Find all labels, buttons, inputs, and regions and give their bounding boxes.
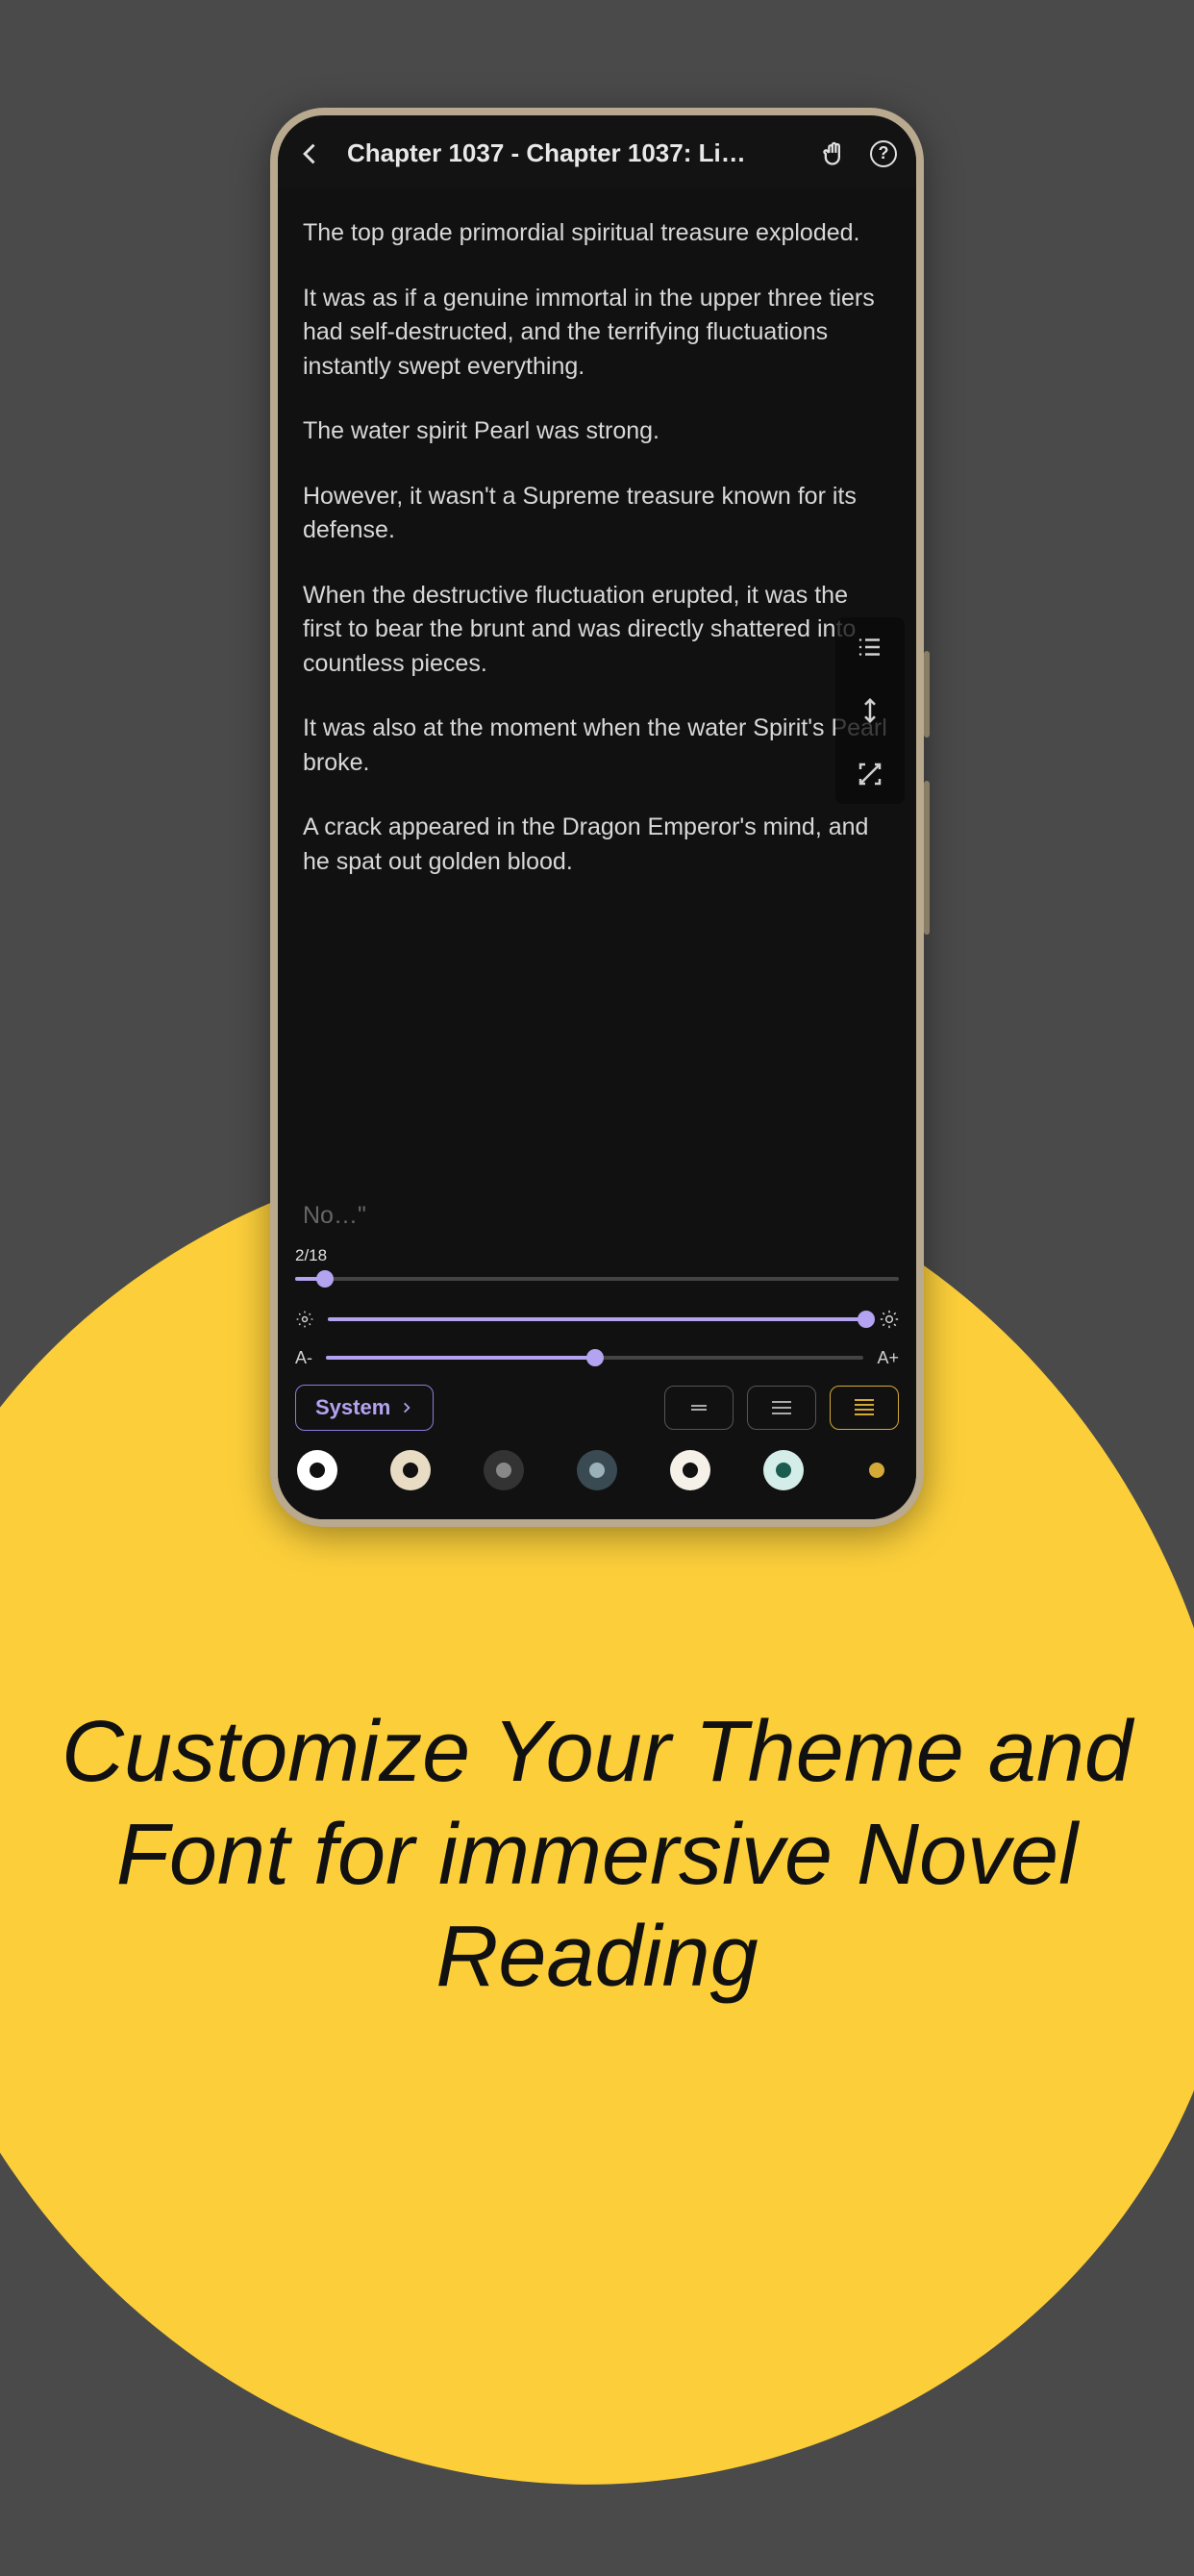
brightness-low-icon	[295, 1310, 314, 1329]
paragraph: The water spirit Pearl was strong.	[303, 414, 891, 449]
theme-swatch-4[interactable]	[670, 1450, 710, 1490]
paragraph: When the destructive fluctuation erupted…	[303, 579, 891, 682]
chevron-right-icon	[400, 1401, 413, 1414]
reader-content: The top grade primordial spiritual treas…	[278, 188, 916, 919]
font-family-label: System	[315, 1395, 390, 1420]
brightness-high-icon	[880, 1310, 899, 1329]
progress-slider[interactable]	[295, 1267, 899, 1290]
font-larger-label: A+	[877, 1348, 899, 1368]
paragraph: It was as if a genuine immortal in the u…	[303, 282, 891, 385]
theme-swatch-0[interactable]	[297, 1450, 337, 1490]
align-left-button[interactable]	[747, 1386, 816, 1430]
faded-paragraph: No…"	[295, 1199, 899, 1239]
brightness-slider[interactable]	[328, 1308, 866, 1331]
header-bar: Chapter 1037 - Chapter 1037: Li… ?	[278, 115, 916, 188]
brightness-row	[295, 1308, 899, 1331]
hand-icon[interactable]	[820, 140, 847, 167]
align-justify-icon	[853, 1398, 876, 1417]
paragraph: A crack appeared in the Dragon Emperor's…	[303, 811, 891, 879]
toc-icon[interactable]	[856, 633, 884, 662]
theme-swatch-3[interactable]	[577, 1450, 617, 1490]
align-justify-button[interactable]	[830, 1386, 899, 1430]
phone-screen: Chapter 1037 - Chapter 1037: Li… ? The t…	[278, 115, 916, 1519]
phone-side-button-2	[924, 781, 930, 935]
align-short-icon	[687, 1398, 710, 1417]
font-family-button[interactable]: System	[295, 1385, 434, 1431]
back-arrow-icon[interactable]	[297, 140, 324, 167]
theme-swatch-6[interactable]	[857, 1450, 897, 1490]
fontsize-row: A- A+	[295, 1346, 899, 1369]
phone-frame: Chapter 1037 - Chapter 1037: Li… ? The t…	[270, 108, 924, 1527]
theme-row	[295, 1450, 899, 1490]
scroll-direction-icon[interactable]	[856, 696, 884, 725]
paragraph: It was also at the moment when the water…	[303, 712, 891, 780]
align-center-button[interactable]	[664, 1386, 734, 1430]
promo-text: Customize Your Theme and Font for immers…	[58, 1701, 1136, 2008]
phone-side-button	[924, 651, 930, 738]
progress-section: 2/18	[295, 1246, 899, 1290]
bottom-panel: No…" 2/18	[278, 1199, 916, 1520]
fontsize-slider[interactable]	[326, 1346, 863, 1369]
font-smaller-label: A-	[295, 1348, 312, 1368]
align-lines-icon	[770, 1398, 793, 1417]
progress-label: 2/18	[295, 1246, 899, 1265]
paragraph: The top grade primordial spiritual treas…	[303, 216, 891, 251]
theme-swatch-5[interactable]	[763, 1450, 804, 1490]
options-row: System	[295, 1385, 899, 1431]
expand-disabled-icon[interactable]	[856, 760, 884, 788]
paragraph: However, it wasn't a Supreme treasure kn…	[303, 480, 891, 548]
chapter-title: Chapter 1037 - Chapter 1037: Li…	[347, 138, 797, 168]
side-toolbar	[835, 617, 905, 804]
theme-swatch-2[interactable]	[484, 1450, 524, 1490]
help-icon[interactable]: ?	[870, 140, 897, 167]
theme-swatch-1[interactable]	[390, 1450, 431, 1490]
